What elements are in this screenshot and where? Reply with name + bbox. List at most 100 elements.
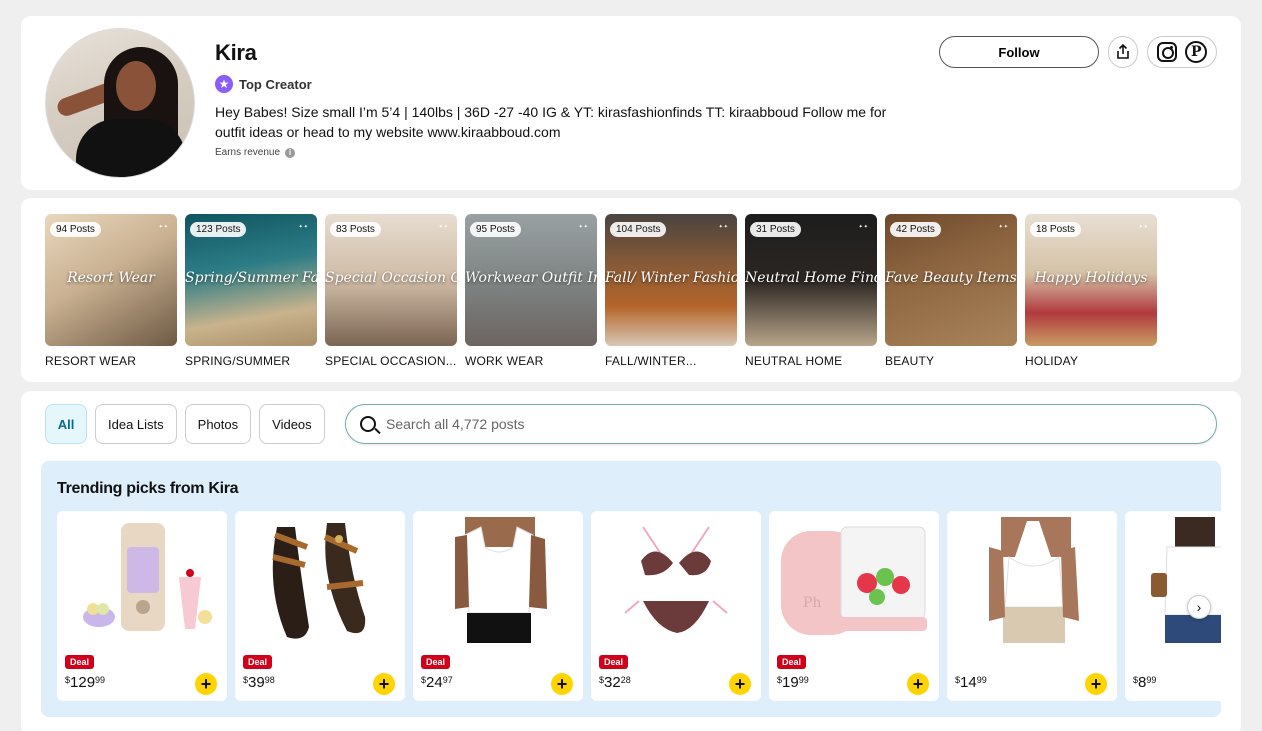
add-button[interactable]: +	[1085, 673, 1107, 695]
collections-card: ✦✦ 94 Posts Resort Wear RESORT WEAR ✦✦ 1…	[21, 198, 1241, 382]
trending-title: Trending picks from Kira	[57, 480, 239, 497]
product-price: $8 99	[1133, 674, 1157, 691]
follow-button[interactable]: Follow	[939, 36, 1099, 68]
product-card[interactable]: Deal $39 98 +	[235, 511, 405, 701]
collection-item[interactable]: ✦✦ 42 Posts Fave Beauty Items BEAUTY	[885, 214, 1017, 368]
avatar[interactable]	[45, 28, 195, 178]
collection-thumbnail[interactable]: ✦✦ 104 Posts Fall/ Winter Fashion	[605, 214, 737, 346]
product-image[interactable]	[603, 517, 749, 643]
collection-item[interactable]: ✦✦ 31 Posts Neutral Home Finds NEUTRAL H…	[745, 214, 877, 368]
collection-label[interactable]: SPRING/SUMMER	[185, 354, 317, 368]
product-card[interactable]: Deal $24 97 +	[413, 511, 583, 701]
pinterest-icon[interactable]: P	[1185, 41, 1208, 63]
collection-item[interactable]: ✦✦ 18 Posts Happy Holidays HOLIDAY	[1025, 214, 1157, 368]
search-bar[interactable]	[345, 404, 1217, 444]
info-icon[interactable]: i	[285, 147, 296, 158]
plus-icon: +	[1090, 674, 1102, 694]
product-image[interactable]	[69, 517, 215, 643]
collection-thumbnail[interactable]: ✦✦ 42 Posts Fave Beauty Items	[885, 214, 1017, 346]
product-card[interactable]: $14 99 +	[947, 511, 1117, 701]
product-card[interactable]: Deal $32 28 +	[591, 511, 761, 701]
plus-icon: +	[734, 674, 746, 694]
collection-thumbnail[interactable]: ✦✦ 31 Posts Neutral Home Finds	[745, 214, 877, 346]
profile-bio: Hey Babes! Size small I’m 5’4 | 140lbs |…	[215, 104, 887, 140]
product-image[interactable]	[959, 517, 1105, 643]
brand-mark: ✦✦	[858, 224, 869, 230]
collection-script-title: Happy Holidays	[1034, 270, 1148, 286]
add-button[interactable]: +	[907, 673, 929, 695]
brand-mark: ✦✦	[718, 224, 729, 230]
post-count-badge: 123 Posts	[190, 222, 247, 237]
plus-icon: +	[556, 674, 568, 694]
collection-thumbnail[interactable]: ✦✦ 83 Posts Special Occasion Outfits	[325, 214, 457, 346]
collection-thumbnail[interactable]: ✦✦ 123 Posts Spring/Summer Fashion	[185, 214, 317, 346]
collection-item[interactable]: ✦✦ 95 Posts Workwear Outfit Inspo WORK W…	[465, 214, 597, 368]
collection-item[interactable]: ✦✦ 94 Posts Resort Wear RESORT WEAR	[45, 214, 177, 368]
post-count-badge: 18 Posts	[1030, 222, 1081, 237]
profile-card: Kira ★ Top Creator Hey Babes! Size small…	[21, 16, 1241, 190]
trending-section: Trending picks from Kira Deal $129 99 + D…	[41, 461, 1221, 717]
add-button[interactable]: +	[551, 673, 573, 695]
collection-label[interactable]: SPECIAL OCCASION...	[325, 354, 457, 368]
share-icon	[1117, 44, 1129, 59]
collection-label[interactable]: WORK WEAR	[465, 354, 597, 368]
add-button[interactable]: +	[729, 673, 751, 695]
search-input[interactable]	[386, 416, 1206, 432]
collection-label[interactable]: NEUTRAL HOME	[745, 354, 877, 368]
profile-name: Kira	[215, 40, 257, 65]
collection-thumbnail[interactable]: ✦✦ 94 Posts Resort Wear	[45, 214, 177, 346]
product-image[interactable]: Ph	[781, 517, 927, 643]
collection-label[interactable]: RESORT WEAR	[45, 354, 177, 368]
trending-products: Deal $129 99 + Deal $39 98 + Deal $24 97 + …	[57, 511, 1221, 701]
social-links: P	[1147, 36, 1217, 68]
collection-label[interactable]: HOLIDAY	[1025, 354, 1157, 368]
chevron-right-icon: ›	[1196, 599, 1202, 615]
share-button[interactable]	[1108, 36, 1138, 68]
post-count-badge: 31 Posts	[750, 222, 801, 237]
collection-script-title: Fave Beauty Items	[885, 270, 1017, 286]
brand-mark: ✦✦	[578, 224, 589, 230]
collection-thumbnail[interactable]: ✦✦ 95 Posts Workwear Outfit Inspo	[465, 214, 597, 346]
deal-badge: Deal	[421, 655, 451, 669]
post-count-badge: 42 Posts	[890, 222, 941, 237]
product-price: $129 99	[65, 674, 106, 691]
posts-card: AllIdea ListsPhotosVideos Trending picks…	[21, 391, 1241, 731]
collection-script-title: Special Occasion Outfits	[325, 270, 457, 286]
product-card[interactable]: Ph Deal $19 99 +	[769, 511, 939, 701]
add-button[interactable]: +	[195, 673, 217, 695]
collection-item[interactable]: ✦✦ 123 Posts Spring/Summer Fashion SPRIN…	[185, 214, 317, 368]
product-image[interactable]	[1137, 517, 1221, 643]
filter-tab-all[interactable]: All	[45, 404, 87, 444]
collection-script-title: Fall/ Winter Fashion	[605, 270, 737, 286]
instagram-icon[interactable]	[1156, 42, 1177, 62]
post-count-badge: 94 Posts	[50, 222, 101, 237]
collection-item[interactable]: ✦✦ 104 Posts Fall/ Winter Fashion FALL/W…	[605, 214, 737, 368]
earns-revenue: Earns revenue i	[215, 147, 296, 158]
collection-item[interactable]: ✦✦ 83 Posts Special Occasion Outfits SPE…	[325, 214, 457, 368]
collection-script-title: Spring/Summer Fashion	[185, 270, 317, 286]
top-creator-badge: ★ Top Creator	[215, 75, 312, 93]
add-button[interactable]: +	[373, 673, 395, 695]
plus-icon: +	[200, 674, 212, 694]
filter-tab-idea-lists[interactable]: Idea Lists	[95, 404, 177, 444]
brand-mark: ✦✦	[1138, 224, 1149, 230]
collection-script-title: Resort Wear	[67, 270, 155, 286]
plus-icon: +	[912, 674, 924, 694]
product-price: $39 98	[243, 674, 275, 691]
collection-label[interactable]: BEAUTY	[885, 354, 1017, 368]
filter-tab-photos[interactable]: Photos	[184, 404, 252, 444]
product-price: $24 97	[421, 674, 453, 691]
product-image[interactable]	[247, 517, 393, 643]
collection-label[interactable]: FALL/WINTER...	[605, 354, 737, 368]
star-icon: ★	[215, 75, 233, 93]
filter-tab-videos[interactable]: Videos	[259, 404, 325, 444]
product-image[interactable]	[425, 517, 571, 643]
collections-row: ✦✦ 94 Posts Resort Wear RESORT WEAR ✦✦ 1…	[45, 214, 1157, 368]
product-price: $14 99	[955, 674, 987, 691]
collection-thumbnail[interactable]: ✦✦ 18 Posts Happy Holidays	[1025, 214, 1157, 346]
product-card[interactable]: Deal $129 99 +	[57, 511, 227, 701]
deal-badge: Deal	[599, 655, 629, 669]
search-icon	[360, 416, 376, 432]
carousel-next-button[interactable]: ›	[1187, 595, 1211, 619]
brand-mark: ✦✦	[158, 224, 169, 230]
